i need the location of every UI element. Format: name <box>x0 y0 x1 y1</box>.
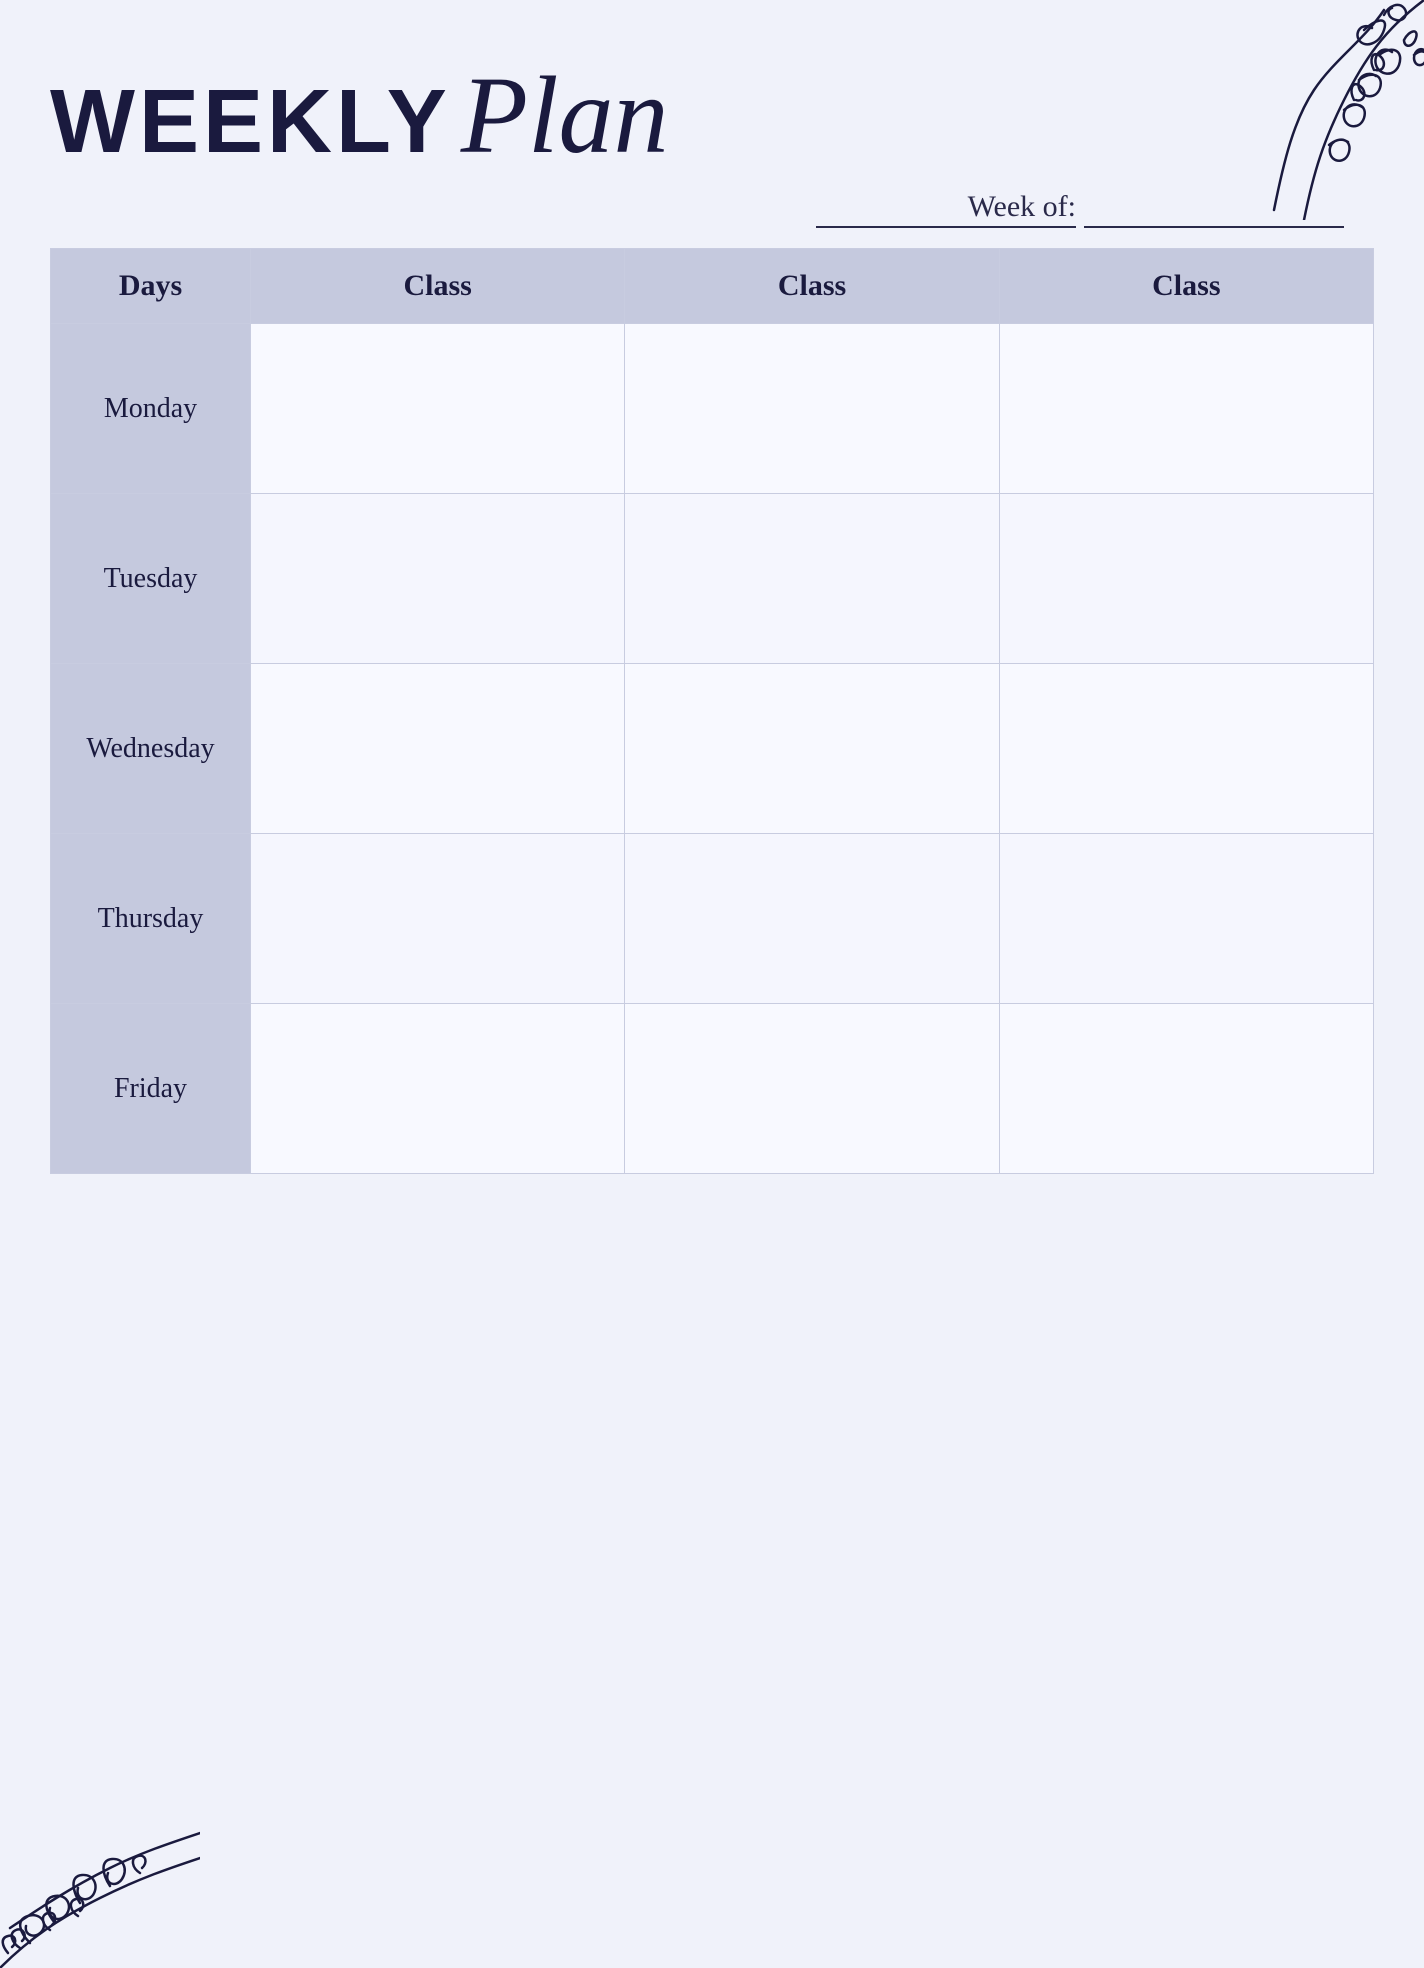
class-cell-tuesday-3[interactable] <box>999 494 1373 664</box>
table-row: Wednesday <box>51 664 1374 834</box>
planner-body: MondayTuesdayWednesdayThursdayFriday <box>51 324 1374 1174</box>
table-row: Thursday <box>51 834 1374 1004</box>
class-cell-monday-1[interactable] <box>251 324 625 494</box>
day-label-tuesday: Tuesday <box>51 494 251 664</box>
table-header-row: Days Class Class Class <box>51 249 1374 324</box>
planner-table: Days Class Class Class MondayTuesdayWedn… <box>50 248 1374 1174</box>
title-line: WEEKLY Plan <box>50 60 1374 170</box>
week-of-label: Week of: <box>816 190 1076 228</box>
class1-header: Class <box>251 249 625 324</box>
title-plan: Plan <box>461 60 669 170</box>
days-header: Days <box>51 249 251 324</box>
bottom-left-decoration <box>0 1768 200 1968</box>
class-cell-thursday-2[interactable] <box>625 834 999 1004</box>
week-of-line: Week of: <box>50 190 1374 228</box>
class-cell-tuesday-2[interactable] <box>625 494 999 664</box>
class-cell-friday-2[interactable] <box>625 1004 999 1174</box>
class-cell-thursday-1[interactable] <box>251 834 625 1004</box>
page: WEEKLY Plan Week of: Days Class Class Cl… <box>0 0 1424 1968</box>
table-row: Tuesday <box>51 494 1374 664</box>
week-of-value <box>1084 224 1344 228</box>
class-cell-wednesday-2[interactable] <box>625 664 999 834</box>
class-cell-monday-2[interactable] <box>625 324 999 494</box>
header: WEEKLY Plan <box>50 60 1374 170</box>
title-weekly: WEEKLY <box>50 77 451 167</box>
class-cell-friday-1[interactable] <box>251 1004 625 1174</box>
class-cell-friday-3[interactable] <box>999 1004 1373 1174</box>
class-cell-tuesday-1[interactable] <box>251 494 625 664</box>
day-label-thursday: Thursday <box>51 834 251 1004</box>
day-label-friday: Friday <box>51 1004 251 1174</box>
class-cell-thursday-3[interactable] <box>999 834 1373 1004</box>
day-label-wednesday: Wednesday <box>51 664 251 834</box>
table-row: Friday <box>51 1004 1374 1174</box>
table-row: Monday <box>51 324 1374 494</box>
class-cell-wednesday-1[interactable] <box>251 664 625 834</box>
class2-header: Class <box>625 249 999 324</box>
class-cell-wednesday-3[interactable] <box>999 664 1373 834</box>
day-label-monday: Monday <box>51 324 251 494</box>
class-cell-monday-3[interactable] <box>999 324 1373 494</box>
class3-header: Class <box>999 249 1373 324</box>
